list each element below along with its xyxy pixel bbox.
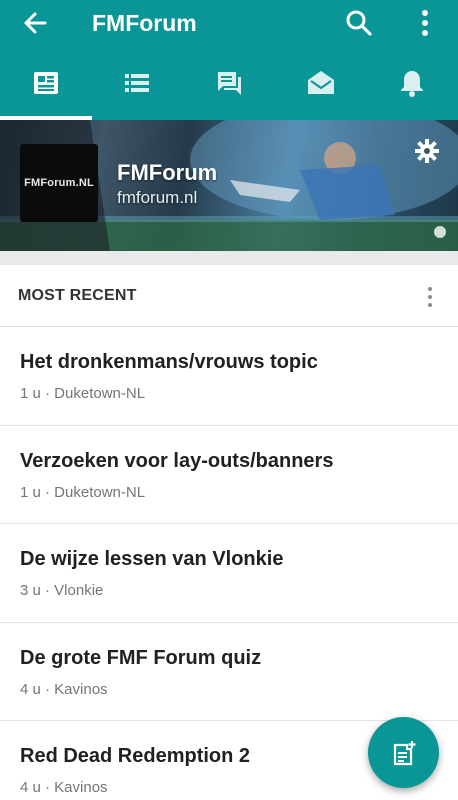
more-vert-icon[interactable] [410, 9, 440, 37]
list-item[interactable]: De grote FMF Forum quiz 4 u · Kavinos [0, 622, 458, 721]
tab-chat[interactable] [183, 46, 275, 120]
topic-meta: 1 u · Duketown-NL [20, 483, 146, 501]
gear-icon[interactable] [414, 138, 440, 164]
topic-meta: 4 u · Kavinos [20, 779, 108, 796]
topic-meta: 4 u · Kavinos [20, 680, 108, 698]
feed-icon [33, 72, 58, 94]
topic-title: De wijze lessen van Vlonkie [20, 548, 284, 570]
list-item[interactable]: Het dronkenmans/vrouws topic 1 u · Duket… [0, 327, 458, 426]
tab-inbox[interactable] [275, 46, 367, 120]
list-item[interactable]: De wijze lessen van Vlonkie 3 u · Vlonki… [0, 524, 458, 623]
topic-meta: 1 u · Duketown-NL [20, 385, 146, 402]
chat-icon [216, 72, 241, 95]
app-title: FMForum [92, 10, 197, 36]
tab-bar [0, 46, 458, 120]
list-icon [125, 74, 150, 92]
list-item[interactable]: Verzoeken voor lay-outs/banners 1 u · Du… [0, 425, 458, 524]
new-topic-button[interactable] [368, 717, 439, 788]
search-icon[interactable] [344, 9, 374, 37]
forum-url[interactable]: fmforum.nl [117, 188, 197, 208]
new-topic-icon [393, 740, 415, 765]
tab-list[interactable] [92, 46, 184, 120]
inbox-icon [307, 71, 334, 94]
forum-logo: FMForum.NL [20, 144, 98, 222]
topic-title: Het dronkenmans/vrouws topic [20, 351, 318, 373]
app-bar: FMForum [0, 0, 458, 46]
arrow-back-icon[interactable] [20, 9, 50, 37]
forum-logo-text: FMForum.NL [24, 177, 94, 189]
section-spacer [0, 251, 458, 265]
forum-banner: FMForum.NL FMForum fmforum.nl [0, 120, 458, 251]
tab-feed[interactable] [0, 46, 92, 120]
tab-notifications[interactable] [366, 46, 458, 120]
section-header: MOST RECENT [0, 265, 458, 327]
topic-title: Red Dead Redemption 2 [20, 745, 251, 767]
topic-meta: 3 u · Vlonkie [20, 582, 104, 599]
forum-name: FMForum [117, 160, 218, 185]
topic-title: De grote FMF Forum quiz [20, 646, 262, 669]
notifications-icon [401, 71, 424, 97]
more-vert-icon[interactable] [418, 285, 442, 309]
topic-title: Verzoeken voor lay-outs/banners [20, 449, 334, 472]
section-title: MOST RECENT [18, 287, 137, 304]
